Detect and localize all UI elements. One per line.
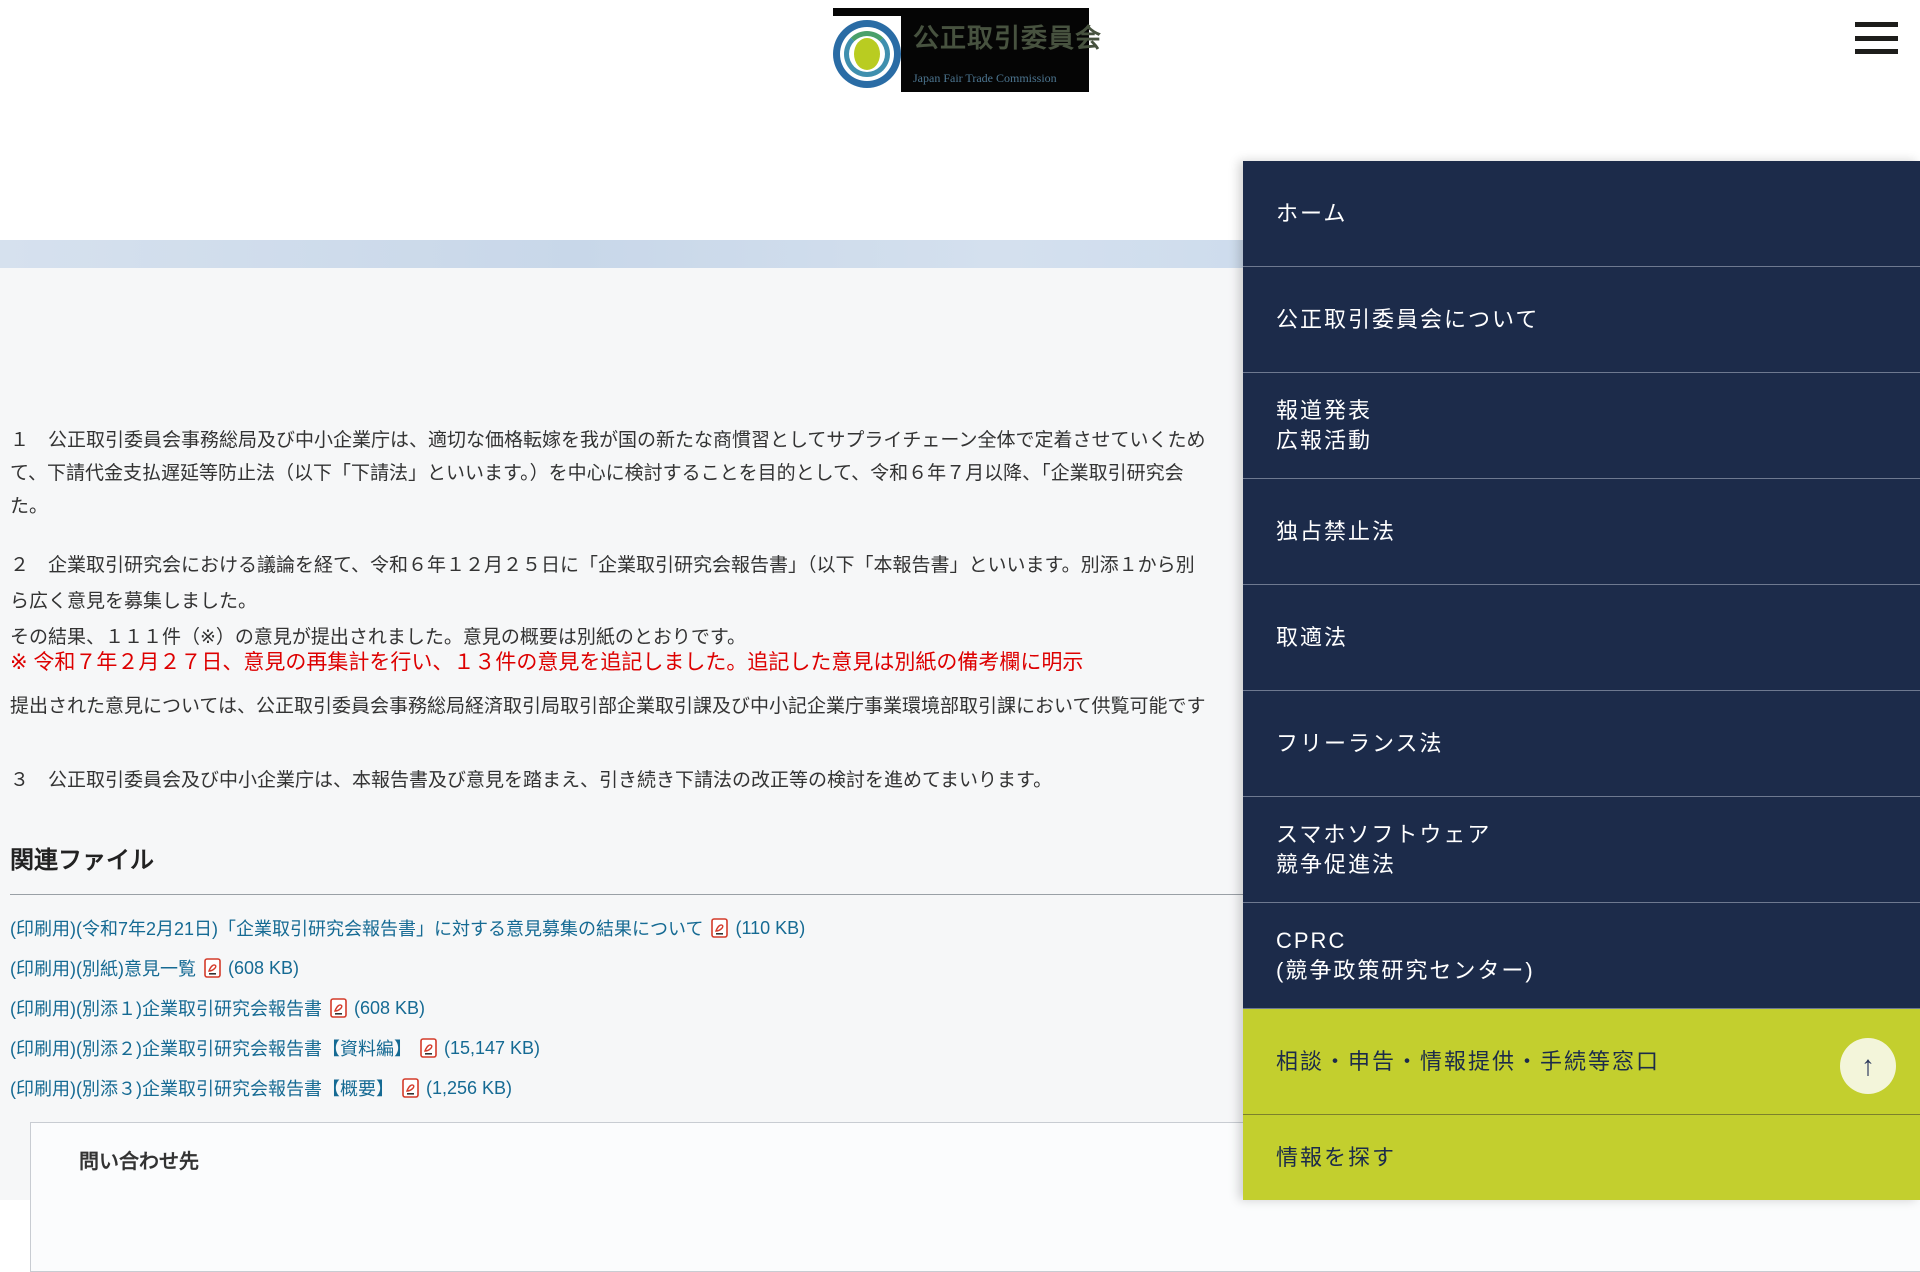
pdf-icon bbox=[204, 958, 221, 978]
pdf-icon bbox=[420, 1038, 437, 1058]
pdf-size[interactable]: (1,256 KB) bbox=[426, 1078, 512, 1099]
pdf-link[interactable]: (印刷用)(別添１)企業取引研究会報告書 bbox=[10, 995, 322, 1021]
pdf-link[interactable]: (印刷用)(令和7年2月21日)「企業取引研究会報告書」に対する意見募集の結果に… bbox=[10, 915, 703, 941]
pdf-icon bbox=[711, 918, 729, 938]
menu-item-find-information[interactable]: 情報を探す bbox=[1243, 1115, 1920, 1200]
pdf-size[interactable]: (608 KB) bbox=[354, 998, 425, 1019]
navigation-menu-panel: ホーム 公正取引委員会について 報道発表 広報活動 独占禁止法 取適法 フリーラ… bbox=[1243, 161, 1920, 1200]
up-arrow-icon: ↑ bbox=[1861, 1050, 1875, 1081]
back-to-top-button[interactable]: ↑ bbox=[1840, 1038, 1896, 1094]
jftc-logo[interactable]: 公正取引委員会 Japan Fair Trade Commission bbox=[833, 8, 1101, 92]
pdf-icon bbox=[402, 1078, 419, 1098]
pdf-size[interactable]: (110 KB) bbox=[735, 918, 805, 939]
logo-title-jp: 公正取引委員会 bbox=[913, 23, 1103, 53]
menu-item-cprc[interactable]: CPRC (競争政策研究センター) bbox=[1243, 903, 1920, 1009]
menu-item-press-pr[interactable]: 報道発表 広報活動 bbox=[1243, 373, 1920, 479]
jftc-emblem-icon bbox=[833, 16, 901, 92]
pdf-size[interactable]: (608 KB) bbox=[228, 958, 299, 979]
hamburger-bar bbox=[1855, 22, 1898, 27]
pdf-link[interactable]: (印刷用)(別紙)意見一覧 bbox=[10, 955, 196, 981]
logo-text: 公正取引委員会 Japan Fair Trade Commission bbox=[901, 8, 1112, 92]
menu-item-freelance-act[interactable]: フリーランス法 bbox=[1243, 691, 1920, 797]
menu-item-torite-act[interactable]: 取適法 bbox=[1243, 585, 1920, 691]
menu-item-home[interactable]: ホーム bbox=[1243, 161, 1920, 267]
hamburger-menu-icon[interactable] bbox=[1855, 22, 1898, 54]
pdf-link[interactable]: (印刷用)(別添２)企業取引研究会報告書【資料編】 bbox=[10, 1035, 412, 1061]
pdf-size[interactable]: (15,147 KB) bbox=[444, 1038, 540, 1059]
hamburger-bar bbox=[1855, 35, 1898, 41]
menu-item-about-jftc[interactable]: 公正取引委員会について bbox=[1243, 267, 1920, 373]
menu-item-antimonopoly-act[interactable]: 独占禁止法 bbox=[1243, 479, 1920, 585]
pdf-icon bbox=[330, 998, 347, 1018]
menu-item-smartphone-software-act[interactable]: スマホソフトウェア 競争促進法 bbox=[1243, 797, 1920, 903]
logo-title-en: Japan Fair Trade Commission bbox=[913, 71, 1057, 85]
hamburger-bar bbox=[1855, 49, 1898, 54]
menu-item-consultation-desk[interactable]: 相談・申告・情報提供・手続等窓口 bbox=[1243, 1009, 1920, 1115]
pdf-link[interactable]: (印刷用)(別添３)企業取引研究会報告書【概要】 bbox=[10, 1075, 394, 1101]
